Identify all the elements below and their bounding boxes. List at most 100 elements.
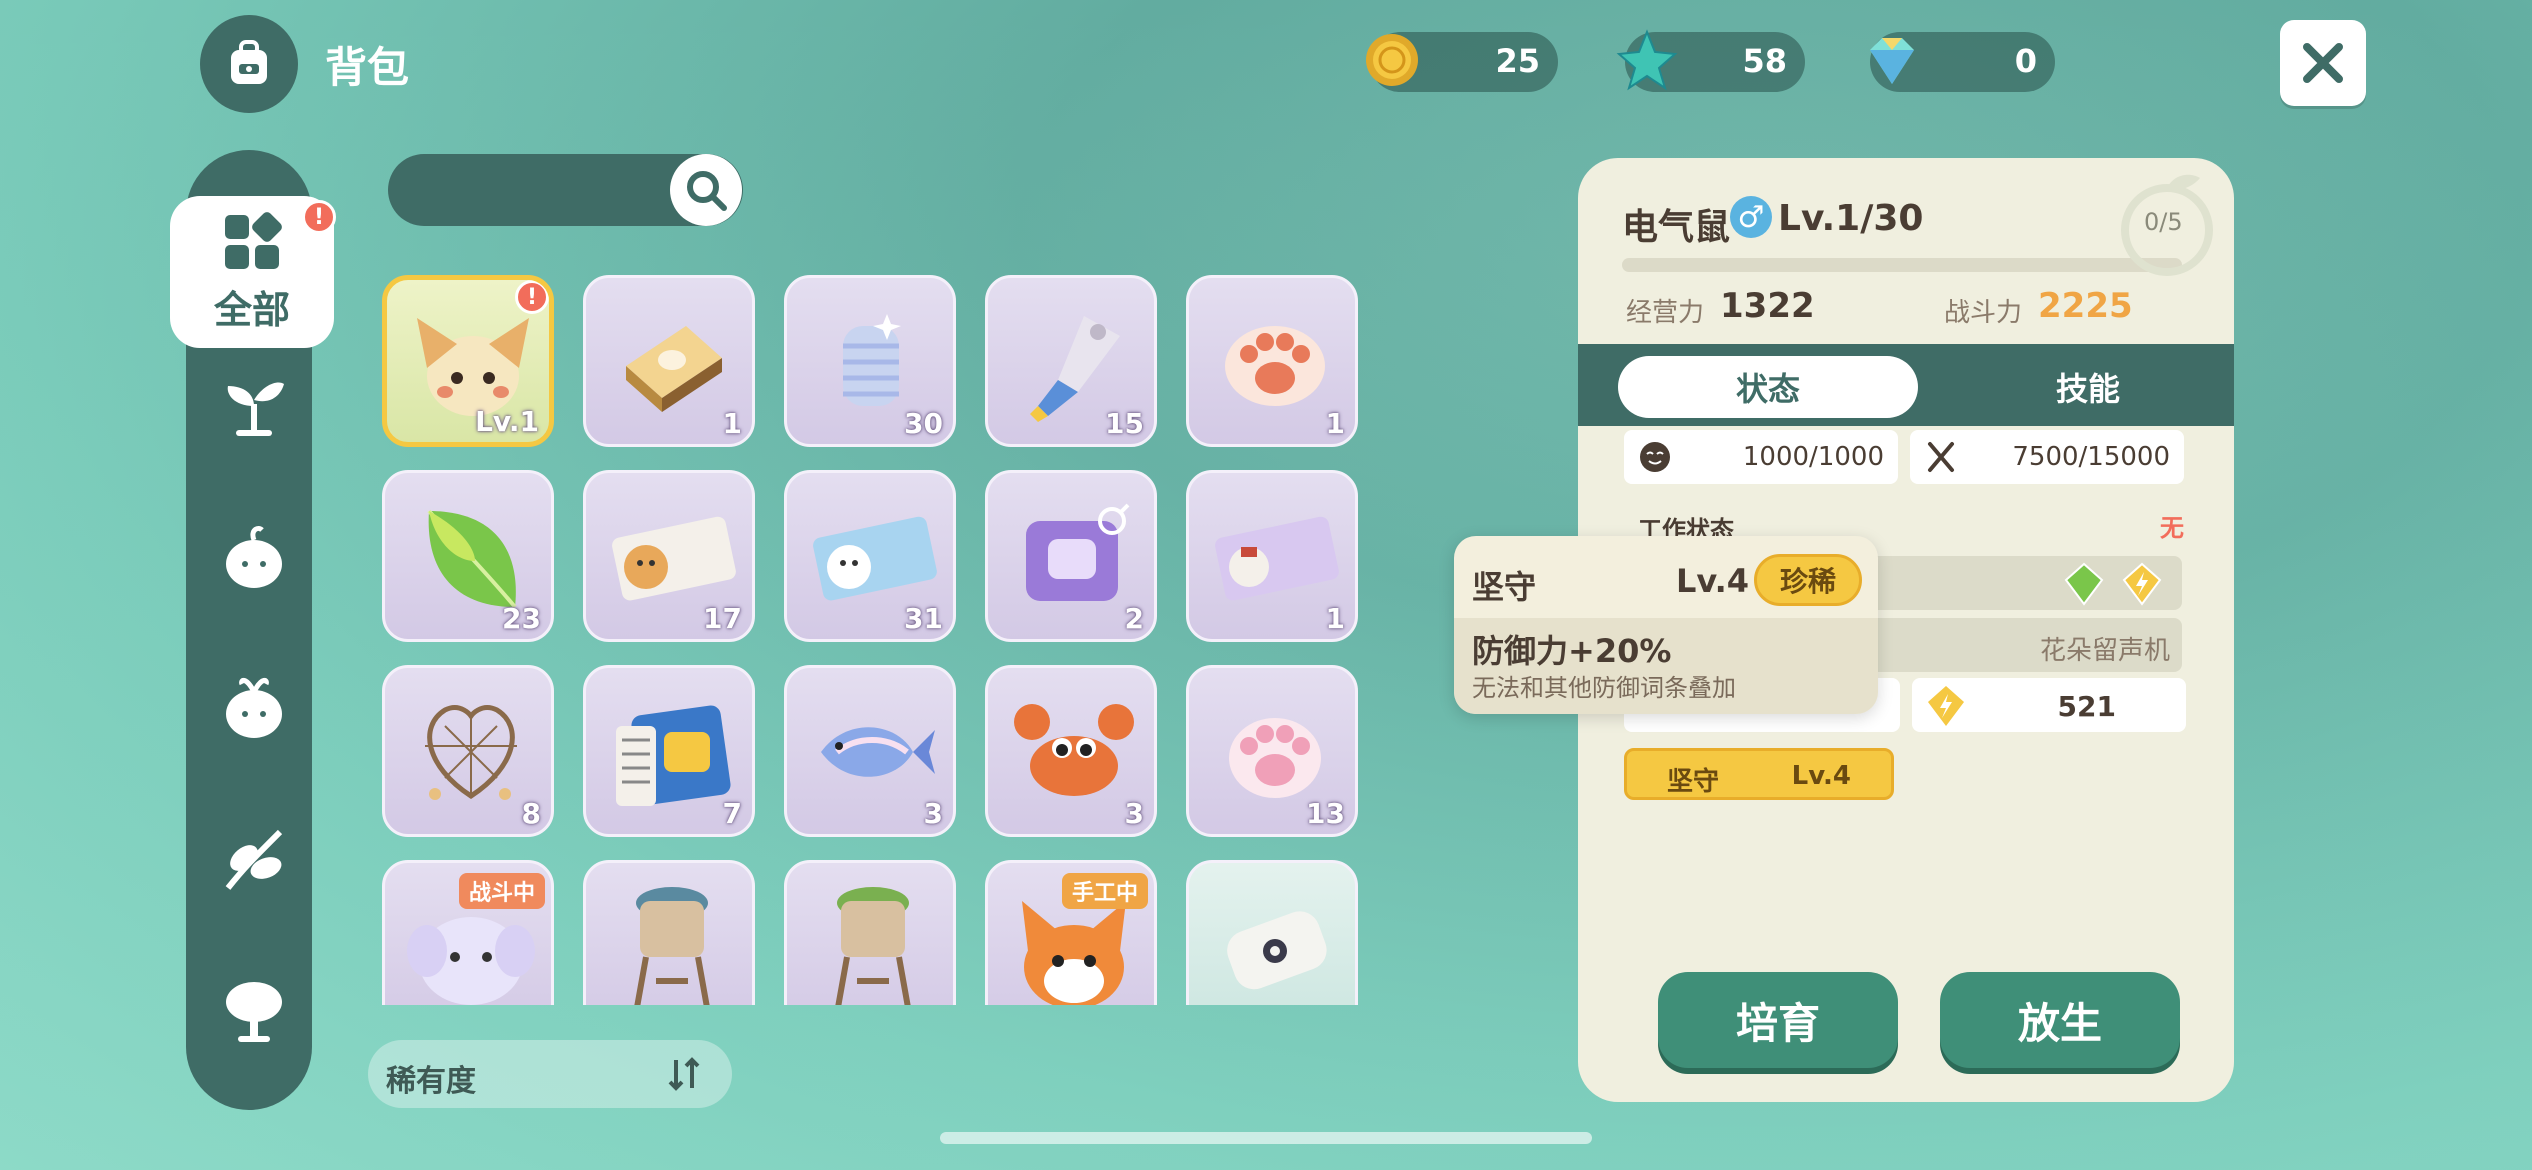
mood-value: 1000/1000 (1742, 442, 1884, 472)
passive-skill-chip[interactable]: 坚守 Lv.4 (1624, 748, 1894, 800)
tooltip-effect: 防御力+20% (1472, 632, 1672, 670)
water-tower-icon (634, 887, 710, 1005)
item-count: 15 (1105, 407, 1144, 440)
item-alert-badge: ! (515, 280, 549, 314)
sprout-pet-icon[interactable] (214, 666, 294, 746)
coin-icon (1366, 34, 1418, 86)
item-slot[interactable]: 1 (1186, 275, 1358, 447)
crab-icon (1014, 704, 1134, 796)
item-count: 3 (923, 797, 943, 830)
item-count: 1 (722, 407, 742, 440)
work-state-value: 无 (2160, 514, 2184, 542)
green-gem-icon (2064, 562, 2104, 606)
item-slot[interactable] (784, 860, 956, 1005)
item-slot[interactable]: 13 (1186, 665, 1358, 837)
item-slot[interactable]: 1 (583, 275, 755, 447)
category-all-label: 全部 (213, 287, 290, 332)
close-button[interactable] (2280, 20, 2366, 106)
in-battle-badge: 战斗中 (458, 873, 545, 909)
gem-value: 0 (2014, 42, 2037, 80)
item-slot[interactable] (583, 860, 755, 1005)
coin-value: 25 (1495, 42, 1540, 80)
coin-counter: 25 (1366, 32, 1558, 92)
lightning-icon (1928, 686, 1964, 726)
tooltip-name: 坚守 (1472, 568, 1537, 606)
food-meter: 7500/15000 (1910, 430, 2184, 484)
item-count: 13 (1306, 797, 1345, 830)
work-power-label: 经营力 (1626, 298, 1705, 328)
train-button[interactable]: 培育 (1658, 972, 1898, 1068)
tab-skills[interactable]: 技能 (1968, 356, 2208, 418)
item-count: 23 (502, 602, 541, 635)
tooltip-level: Lv.4 (1676, 562, 1750, 600)
dreamcatcher-icon (425, 705, 517, 800)
item-count: 2 (1124, 602, 1144, 635)
star-counter: 58 (1616, 29, 1805, 92)
work-power-value: 1322 (1720, 286, 1815, 326)
item-slot[interactable]: 3 (985, 665, 1157, 837)
category-alert-badge: ! (302, 200, 336, 234)
food-value: 7500/15000 (2012, 442, 2170, 472)
item-slot[interactable]: 2 (985, 470, 1157, 642)
water-tower-green-icon (835, 887, 911, 1005)
lightning-icon (2122, 562, 2162, 606)
star-value: 58 (1742, 42, 1787, 80)
pet-name: 电气鼠 (1622, 207, 1731, 248)
item-slot[interactable]: 15 (985, 275, 1157, 447)
utensils-icon (1928, 442, 1954, 472)
film-card-icon (616, 705, 731, 806)
item-slot[interactable]: 8 (382, 665, 554, 837)
item-slot[interactable]: Lv.1 ! (382, 275, 554, 447)
item-count: 30 (904, 407, 943, 440)
item-grid: Lv.1 ! 1 30 15 1 23 17 31 2 1 8 7 3 3 13… (380, 270, 1380, 1005)
rarity-sort-button[interactable]: 稀有度 (368, 1040, 732, 1108)
item-slot[interactable]: 战斗中 (382, 860, 554, 1005)
leaf-branch-icon[interactable] (214, 818, 294, 898)
item-slot[interactable]: 手工中 (985, 860, 1157, 1005)
fruit-counter: 0/5 (2144, 208, 2183, 236)
gem-icon (1870, 38, 1914, 84)
tree-icon[interactable] (214, 970, 294, 1050)
star-icon (1616, 29, 1678, 91)
ticket-purple-icon (1215, 516, 1339, 601)
item-count: 3 (1124, 797, 1144, 830)
search-button[interactable] (670, 154, 742, 226)
page-title: 背包 (325, 43, 410, 92)
purple-ticket-icon (1026, 503, 1130, 601)
fish-icon (821, 727, 935, 777)
release-button[interactable]: 放生 (1940, 972, 2180, 1068)
item-slot[interactable]: 7 (583, 665, 755, 837)
item-slot[interactable] (1186, 860, 1358, 1005)
grid-icon (225, 211, 282, 269)
item-slot[interactable]: 23 (382, 470, 554, 642)
item-count: 1 (1325, 602, 1345, 635)
sprout-icon[interactable] (214, 364, 294, 444)
passive-tooltip: 坚守 Lv.4 珍稀 防御力+20% 无法和其他防御词条叠加 (1454, 536, 1878, 714)
item-slot[interactable]: 17 (583, 470, 755, 642)
item-count: Lv.1 (475, 405, 539, 438)
crafting-badge: 手工中 (1061, 873, 1148, 909)
sort-icon (668, 1057, 700, 1091)
combat-power-label: 战斗力 (1944, 298, 2023, 328)
work-place-value: 花朵留声机 (2039, 636, 2170, 666)
search-icon (687, 171, 727, 211)
tab-status[interactable]: 状态 (1618, 356, 1918, 418)
search-input[interactable] (412, 168, 652, 212)
sort-label: 稀有度 (386, 1064, 476, 1099)
gem-counter: 0 (1870, 32, 2055, 92)
scroll-icon (1227, 911, 1327, 990)
home-indicator[interactable] (940, 1132, 1592, 1144)
item-count: 8 (521, 797, 541, 830)
item-slot[interactable]: 3 (784, 665, 956, 837)
passive-level: Lv.4 (1791, 761, 1851, 791)
power-row-right: 521 (1912, 678, 2186, 732)
seed-pet-icon[interactable] (214, 516, 294, 596)
item-count: 31 (904, 602, 943, 635)
item-slot[interactable]: 30 (784, 275, 956, 447)
item-slot[interactable]: 1 (1186, 470, 1358, 642)
item-slot[interactable]: 31 (784, 470, 956, 642)
item-count: 7 (722, 797, 742, 830)
power-value: 521 (2057, 690, 2116, 723)
tooltip-description: 无法和其他防御词条叠加 (1472, 674, 1736, 702)
pet-level: Lv.1/30 (1778, 198, 1924, 239)
